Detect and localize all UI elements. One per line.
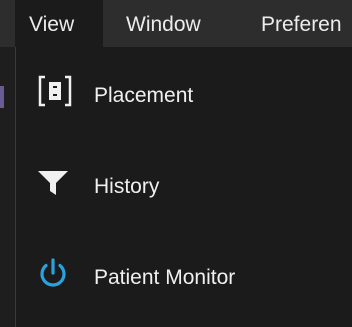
filter-funnel-icon	[36, 165, 70, 204]
menu-tab-window[interactable]: Window	[126, 0, 201, 47]
menu-item-placement[interactable]: Placement	[16, 62, 352, 132]
power-icon	[36, 256, 70, 295]
menu-item-label: History	[94, 175, 160, 198]
menu-item-history[interactable]: History	[16, 153, 352, 223]
menu-bar: View Window Preferen	[0, 0, 352, 47]
menu-item-patient-monitor[interactable]: Patient Monitor	[16, 244, 352, 314]
left-edge-accent	[0, 86, 4, 108]
placement-icon	[36, 74, 74, 113]
menu-tab-view[interactable]: View	[15, 0, 103, 47]
menu-tab-preferences[interactable]: Preferen	[261, 0, 342, 47]
menu-item-label: Placement	[94, 84, 194, 107]
menu-item-label: Patient Monitor	[94, 266, 236, 289]
view-dropdown-menu: Placement History Patient Monitor	[15, 47, 352, 327]
